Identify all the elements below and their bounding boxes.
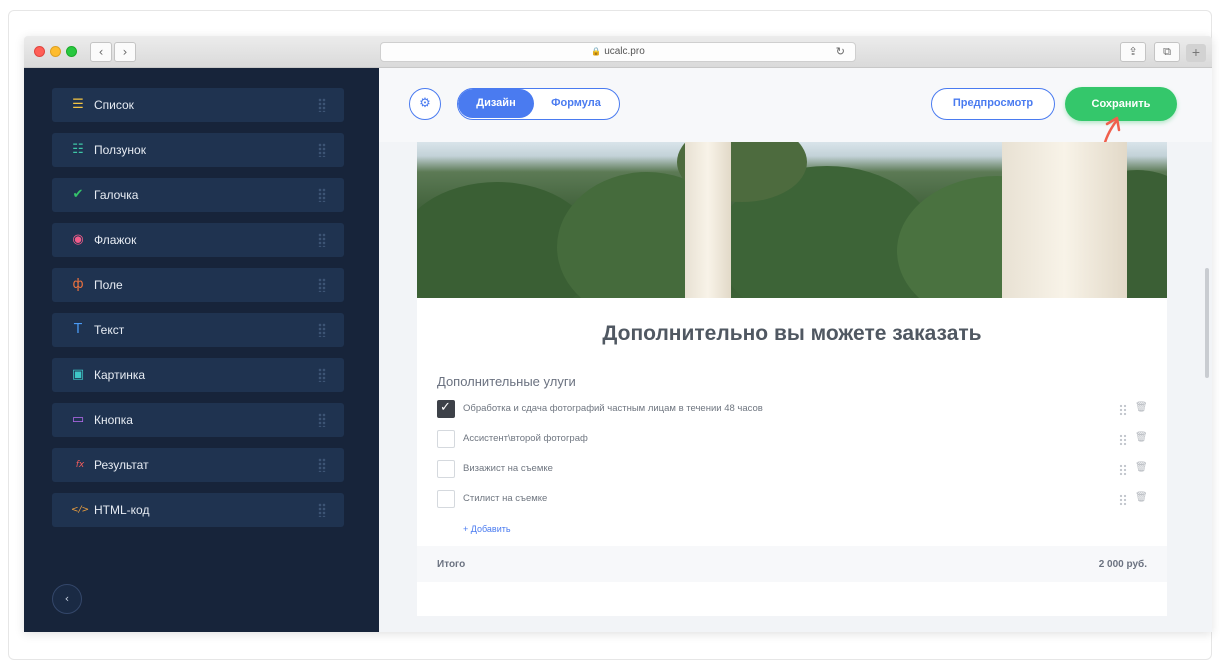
share-button[interactable]: ⇪ bbox=[1120, 42, 1146, 62]
drag-handle-icon[interactable] bbox=[1119, 404, 1127, 416]
drag-handle-icon[interactable] bbox=[318, 503, 326, 517]
sidebar-item-text[interactable]: T Текст bbox=[52, 313, 344, 347]
trash-icon[interactable]: 🗑 bbox=[1135, 462, 1148, 473]
total-value: 2 000 руб. bbox=[1098, 559, 1147, 570]
minimize-window-button[interactable] bbox=[50, 46, 61, 57]
check-icon: ✓ bbox=[440, 400, 451, 415]
trash-icon[interactable]: 🗑 bbox=[1135, 432, 1148, 443]
sidebar-item-label: Ползунок bbox=[94, 143, 146, 157]
total-label: Итого bbox=[437, 559, 466, 570]
code-icon: </> bbox=[70, 505, 90, 515]
sidebar-item-label: HTML-код bbox=[94, 503, 150, 517]
option-row: Ассистент\второй фотограф 🗑 bbox=[437, 430, 1148, 450]
mode-switch: Дизайн Формула bbox=[457, 88, 620, 120]
options-group-title: Дополнительные улуги bbox=[437, 374, 576, 389]
tabs-overview-button[interactable]: ⧉ bbox=[1154, 42, 1180, 62]
checkbox-icon: ✔ bbox=[72, 187, 84, 202]
option-checkbox[interactable]: ✓ bbox=[437, 400, 455, 418]
sidebar-item-label: Картинка bbox=[94, 368, 146, 382]
collapse-sidebar-button[interactable]: ‹ bbox=[52, 584, 82, 614]
option-checkbox[interactable] bbox=[437, 490, 455, 508]
option-label: Визажист на съемке bbox=[463, 463, 553, 474]
editor-toolbar: ⚙ Дизайн Формула Предпросмотр Сохранить bbox=[379, 68, 1212, 174]
add-option-link[interactable]: + Добавить bbox=[463, 524, 511, 534]
drag-handle-icon[interactable] bbox=[318, 323, 326, 337]
drag-handle-icon[interactable] bbox=[318, 278, 326, 292]
option-label: Стилист на съемке bbox=[463, 493, 548, 504]
preview-button[interactable]: Предпросмотр bbox=[931, 88, 1055, 120]
sidebar-item-label: Текст bbox=[94, 323, 125, 337]
sidebar-item-label: Список bbox=[94, 98, 134, 112]
browser-window: ‹ › 🔒 ucalc.pro ↻ ⇪ ⧉ + ☰ Список ☷ Ползунок ✔… bbox=[24, 36, 1212, 632]
slider-icon: ☷ bbox=[72, 142, 84, 157]
settings-icon: ⚙ bbox=[419, 96, 431, 111]
field-icon: ф bbox=[72, 277, 84, 292]
vertical-scrollbar[interactable] bbox=[1205, 268, 1209, 378]
drag-handle-icon[interactable] bbox=[318, 188, 326, 202]
elements-sidebar: ☰ Список ☷ Ползунок ✔ Галочка ◉ Флажок ф Поле T Тек… bbox=[24, 68, 379, 632]
forward-button[interactable]: › bbox=[114, 42, 136, 62]
drag-handle-icon[interactable] bbox=[1119, 464, 1127, 476]
sidebar-item-field[interactable]: ф Поле bbox=[52, 268, 344, 302]
option-label: Ассистент\второй фотограф bbox=[463, 433, 588, 444]
sidebar-item-label: Галочка bbox=[94, 188, 139, 202]
drag-handle-icon[interactable] bbox=[1119, 494, 1127, 506]
settings-button[interactable]: ⚙ bbox=[409, 88, 441, 120]
radio-icon: ◉ bbox=[72, 232, 84, 247]
tab-design[interactable]: Дизайн bbox=[458, 89, 534, 118]
trash-icon[interactable]: 🗑 bbox=[1135, 402, 1148, 413]
sidebar-item-checkbox[interactable]: ✔ Галочка bbox=[52, 178, 344, 212]
text-icon: T bbox=[74, 322, 82, 337]
option-checkbox[interactable] bbox=[437, 430, 455, 448]
image-icon: ▣ bbox=[71, 367, 85, 382]
option-label: Обработка и сдача фотографий частным лиц… bbox=[463, 403, 763, 414]
editor-main: ⚙ Дизайн Формула Предпросмотр Сохранить bbox=[379, 68, 1212, 632]
drag-handle-icon[interactable] bbox=[318, 458, 326, 472]
list-icon: ☰ bbox=[72, 97, 84, 112]
sidebar-item-label: Поле bbox=[94, 278, 123, 292]
lock-icon: 🔒 bbox=[591, 47, 602, 56]
sidebar-item-list[interactable]: ☰ Список bbox=[52, 88, 344, 122]
button-icon: ▭ bbox=[71, 412, 85, 427]
total-row: Итого 2 000 руб. bbox=[417, 546, 1167, 582]
option-checkbox[interactable] bbox=[437, 460, 455, 478]
back-button[interactable]: ‹ bbox=[90, 42, 112, 62]
calculator-card: Дополнительно вы можете заказать Дополни… bbox=[417, 142, 1167, 616]
drag-handle-icon[interactable] bbox=[318, 143, 326, 157]
sidebar-item-label: Кнопка bbox=[94, 413, 133, 427]
sidebar-item-image[interactable]: ▣ Картинка bbox=[52, 358, 344, 392]
drag-handle-icon[interactable] bbox=[1119, 434, 1127, 446]
option-row: Стилист на съемке 🗑 bbox=[437, 490, 1148, 510]
option-row: Визажист на съемке 🗑 bbox=[437, 460, 1148, 480]
address-bar[interactable]: 🔒 ucalc.pro ↻ bbox=[380, 42, 856, 62]
sidebar-item-button[interactable]: ▭ Кнопка bbox=[52, 403, 344, 437]
header-image bbox=[417, 142, 1167, 298]
tab-formula[interactable]: Формула bbox=[534, 89, 618, 118]
option-row: ✓ Обработка и сдача фотографий частным ли… bbox=[437, 400, 1148, 420]
zoom-window-button[interactable] bbox=[66, 46, 77, 57]
new-tab-button[interactable]: + bbox=[1186, 44, 1206, 62]
formula-icon: fx bbox=[75, 460, 85, 470]
sidebar-item-label: Результат bbox=[94, 458, 149, 472]
drag-handle-icon[interactable] bbox=[318, 233, 326, 247]
reload-icon[interactable]: ↻ bbox=[836, 43, 845, 61]
sidebar-item-radio[interactable]: ◉ Флажок bbox=[52, 223, 344, 257]
drag-handle-icon[interactable] bbox=[318, 368, 326, 382]
sidebar-item-label: Флажок bbox=[94, 233, 137, 247]
browser-titlebar: ‹ › 🔒 ucalc.pro ↻ ⇪ ⧉ + bbox=[24, 36, 1212, 632]
close-window-button[interactable] bbox=[34, 46, 45, 57]
trash-icon[interactable]: 🗑 bbox=[1135, 492, 1148, 503]
url-text: ucalc.pro bbox=[604, 46, 645, 57]
drag-handle-icon[interactable] bbox=[318, 98, 326, 112]
sidebar-item-formula[interactable]: fx Результат bbox=[52, 448, 344, 482]
sidebar-item-slider[interactable]: ☷ Ползунок bbox=[52, 133, 344, 167]
drag-handle-icon[interactable] bbox=[318, 413, 326, 427]
calculator-title: Дополнительно вы можете заказать bbox=[602, 322, 982, 345]
sidebar-item-code[interactable]: </> HTML-код bbox=[52, 493, 344, 527]
